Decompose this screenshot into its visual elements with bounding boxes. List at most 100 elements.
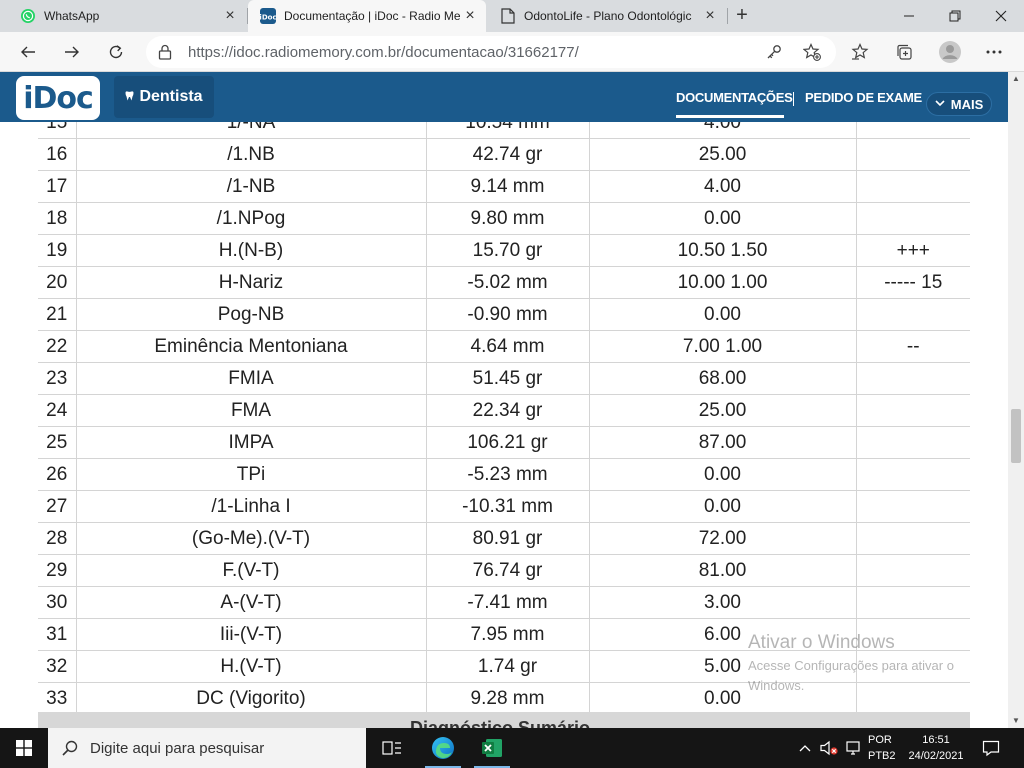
restore-icon[interactable] [932, 0, 978, 32]
network-icon[interactable] [844, 738, 864, 758]
table-row: 15 1/-NA 10.54 mm 4.00 [38, 122, 970, 139]
normal-value: 3.00 [588, 586, 857, 619]
measurement-name: FMA [75, 394, 427, 427]
tab-idoc[interactable]: iDoc Documentação | iDoc - Radio Me × [248, 0, 486, 32]
excel-icon[interactable] [468, 728, 516, 768]
clock-time: 16:51 [922, 734, 950, 746]
table-row: 24 FMA 22.34 gr 25.00 [38, 394, 970, 427]
table-row: 28 (Go-Me).(V-T) 80.91 gr 72.00 [38, 522, 970, 555]
language-code: POR [868, 734, 892, 746]
measured-value: 15.70 gr [425, 234, 590, 267]
taskbar-clock[interactable]: 16:51 24/02/2021 [904, 732, 968, 764]
table-row: 18/1.NPog 9.80 mm 0.00 [38, 202, 970, 235]
keyboard-layout: PTB2 [868, 750, 896, 762]
deviation-flag [855, 682, 970, 715]
nav-documentacoes[interactable]: DOCUMENTAÇÕES [676, 90, 793, 105]
row-index: 16 [38, 138, 77, 171]
profile-avatar-icon[interactable] [936, 38, 964, 66]
edge-browser-icon[interactable] [419, 728, 467, 768]
scrollbar-thumb[interactable] [1011, 409, 1021, 463]
forward-arrow-icon[interactable] [58, 38, 86, 66]
table-row: 32 H.(V-T) 1.74 gr 5.00 [38, 650, 970, 683]
add-favorite-icon[interactable] [798, 38, 826, 66]
row-index: 25 [38, 426, 77, 459]
deviation-flag [855, 170, 970, 203]
close-icon[interactable]: × [222, 8, 238, 24]
table-row: 16/1.NB 42.74 gr 25.00 [38, 138, 970, 171]
normal-value: 0.00 [588, 298, 857, 331]
close-window-icon[interactable] [978, 0, 1024, 32]
refresh-icon[interactable] [102, 38, 130, 66]
address-bar[interactable]: https://idoc.radiomemory.com.br/document… [146, 36, 836, 68]
tab-odontolife[interactable]: OdontoLife - Plano Odontológic × [488, 0, 726, 32]
active-nav-indicator [676, 115, 784, 118]
row-index: 15 [38, 122, 77, 139]
input-language-indicator[interactable]: POR PTB2 [868, 732, 898, 764]
row-index: 28 [38, 522, 77, 555]
table-row: 20 H-Nariz -5.02 mm 10.00 1.00 ----- 15 [38, 266, 970, 299]
deviation-flag [855, 202, 970, 235]
measurement-name: Pog-NB [75, 298, 427, 331]
tooth-icon [125, 90, 134, 104]
measured-value: -5.02 mm [425, 266, 590, 299]
scroll-down-arrow-icon[interactable]: ▼ [1008, 714, 1024, 728]
deviation-flag [855, 458, 970, 491]
row-index: 26 [38, 458, 77, 491]
minimize-icon[interactable] [886, 0, 932, 32]
new-tab-icon[interactable]: + [730, 4, 754, 28]
favorites-icon[interactable] [846, 38, 874, 66]
windows-start-icon[interactable] [0, 728, 48, 768]
close-icon[interactable]: × [462, 8, 478, 24]
row-index: 31 [38, 618, 77, 651]
page-scrollbar[interactable]: ▲ ▼ [1008, 72, 1024, 728]
deviation-flag [855, 426, 970, 459]
taskbar-search-box[interactable]: Digite aqui para pesquisar [48, 728, 366, 768]
key-icon[interactable] [760, 38, 788, 66]
normal-value: 0.00 [588, 458, 857, 491]
measured-value: 106.21 gr [425, 426, 590, 459]
more-menu-icon[interactable] [980, 38, 1008, 66]
url-text[interactable]: https://idoc.radiomemory.com.br/document… [188, 44, 836, 61]
logo-text: iDoc [23, 80, 94, 116]
measured-value: 9.28 mm [425, 682, 590, 715]
tab-title: OdontoLife - Plano Odontológic [524, 9, 692, 23]
tab-whatsapp[interactable]: WhatsApp × [8, 0, 246, 32]
site-header: iDoc Dentista DOCUMENTAÇÕES PEDIDO DE EX… [0, 72, 1008, 122]
measurement-name: /1.NPog [75, 202, 427, 235]
windows-taskbar: Digite aqui para pesquisar POR PTB2 16:5… [0, 728, 1024, 768]
section-heading: Diagnóstico Sumário [410, 718, 591, 728]
normal-value: 6.00 [588, 618, 857, 651]
nav-mais-button[interactable]: MAIS [926, 92, 992, 116]
lock-icon[interactable] [158, 44, 178, 60]
measurement-name: (Go-Me).(V-T) [75, 522, 427, 555]
normal-value: 25.00 [588, 138, 857, 171]
idoc-logo[interactable]: iDoc [16, 76, 100, 120]
deviation-flag [855, 554, 970, 587]
measurement-name: FMIA [75, 362, 427, 395]
back-arrow-icon[interactable] [14, 38, 42, 66]
measurement-name: A-(V-T) [75, 586, 427, 619]
browser-tab-strip: WhatsApp × iDoc Documentação | iDoc - Ra… [0, 0, 1024, 32]
close-icon[interactable]: × [702, 8, 718, 24]
whatsapp-icon [20, 8, 36, 24]
measured-value: 4.64 mm [425, 330, 590, 363]
measured-value: -5.23 mm [425, 458, 590, 491]
deviation-flag [855, 522, 970, 555]
measured-value: 80.91 gr [425, 522, 590, 555]
notifications-icon[interactable] [976, 728, 1006, 768]
normal-value: 25.00 [588, 394, 857, 427]
normal-value: 7.00 1.00 [588, 330, 857, 363]
task-view-icon[interactable] [368, 728, 416, 768]
measurement-name: H.(V-T) [75, 650, 427, 683]
collections-icon[interactable] [890, 38, 918, 66]
show-hidden-icons-chevron-up-icon[interactable] [796, 738, 814, 758]
measured-value: 76.74 gr [425, 554, 590, 587]
dentista-button[interactable]: Dentista [114, 76, 214, 118]
scroll-up-arrow-icon[interactable]: ▲ [1008, 72, 1024, 86]
volume-muted-icon[interactable] [818, 738, 840, 758]
measurement-name: Iii-(V-T) [75, 618, 427, 651]
row-index: 18 [38, 202, 77, 235]
nav-pedido-de-exame[interactable]: PEDIDO DE EXAME [805, 90, 922, 105]
normal-value: 4.00 [588, 170, 857, 203]
deviation-flag: -- [855, 330, 970, 363]
